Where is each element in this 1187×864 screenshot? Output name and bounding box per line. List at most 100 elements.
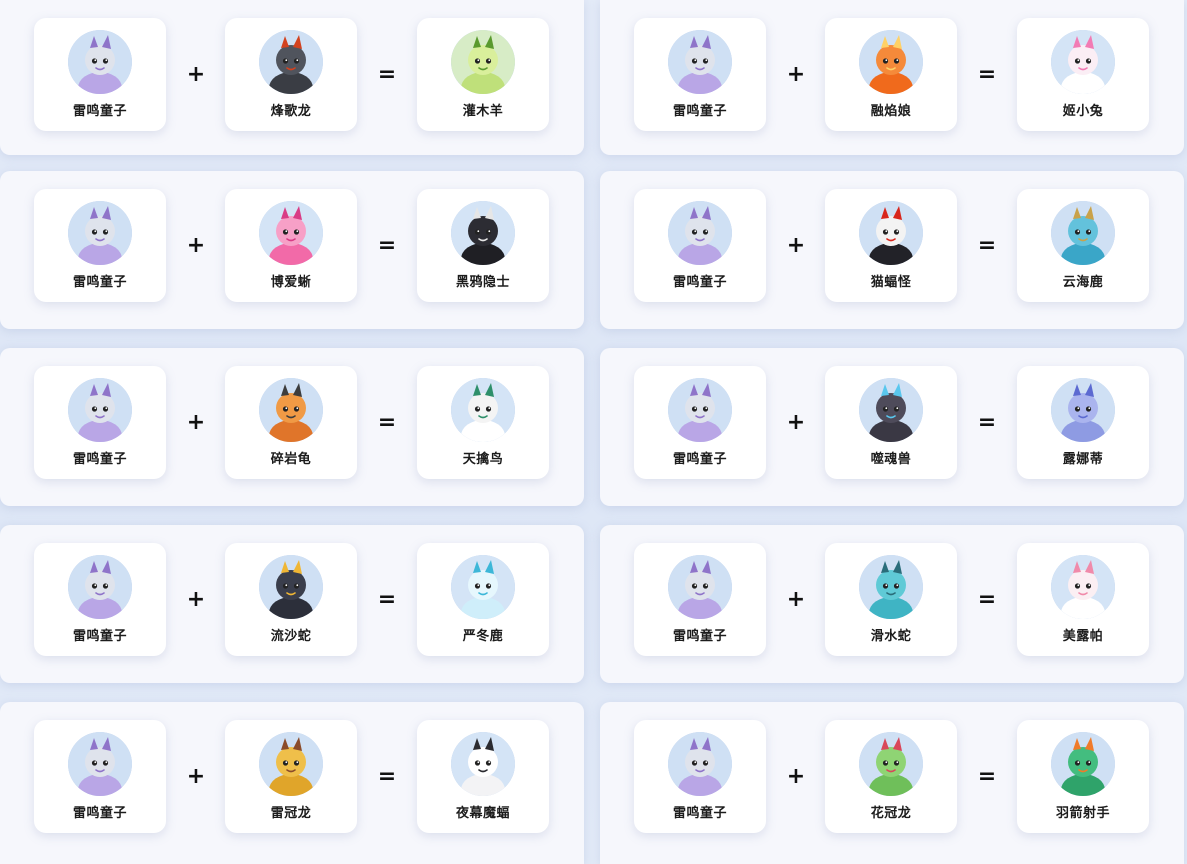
monster-name: 云海鹿 [1062, 275, 1104, 290]
leiming-tongzi-icon [668, 378, 732, 442]
leiming-tongzi-icon [68, 378, 132, 442]
plus-sign: + [186, 587, 206, 612]
monster-card-a[interactable]: 雷鸣童子 [34, 366, 166, 479]
guanmu-yang-icon [451, 30, 515, 94]
yandong-lu-icon [451, 555, 515, 619]
yujian-sheshou-icon [1051, 732, 1115, 796]
rongyan-niang-icon [859, 30, 923, 94]
monster-card-a[interactable]: 雷鸣童子 [634, 366, 766, 479]
monster-name: 雷冠龙 [270, 806, 312, 821]
monster-card-result[interactable]: 羽箭射手 [1017, 720, 1149, 833]
leiming-tongzi-icon [68, 555, 132, 619]
monster-name: 雷鸣童子 [72, 452, 127, 467]
combo-card: 雷鸣童子 博爱蜥 黑鸦隐士 + = [0, 171, 584, 329]
monster-card-a[interactable]: 雷鸣童子 [34, 189, 166, 302]
monster-card-result[interactable]: 严冬鹿 [417, 543, 549, 656]
combo-card: 雷鸣童子 雷冠龙 夜幕魔蝠 + = [0, 702, 584, 864]
leiming-tongzi-icon [668, 732, 732, 796]
monster-name: 雷鸣童子 [672, 452, 727, 467]
plus-sign: + [786, 62, 806, 87]
boai-xi-icon [259, 201, 323, 265]
plus-sign: + [186, 62, 206, 87]
monster-name: 碎岩龟 [270, 452, 312, 467]
monster-name: 雷鸣童子 [72, 629, 127, 644]
monster-name: 羽箭射手 [1055, 806, 1110, 821]
monster-name: 雷鸣童子 [72, 104, 127, 119]
equals-sign: = [977, 62, 997, 87]
monster-name: 雷鸣童子 [672, 806, 727, 821]
monster-card-a[interactable]: 雷鸣童子 [34, 18, 166, 131]
equals-sign: = [377, 410, 397, 435]
monster-card-a[interactable]: 雷鸣童子 [634, 543, 766, 656]
monster-card-b[interactable]: 烽歌龙 [225, 18, 357, 131]
monster-card-result[interactable]: 姬小兔 [1017, 18, 1149, 131]
monster-card-b[interactable]: 雷冠龙 [225, 720, 357, 833]
monster-card-b[interactable]: 花冠龙 [825, 720, 957, 833]
ji-xiaotu-icon [1051, 30, 1115, 94]
monster-card-b[interactable]: 滑水蛇 [825, 543, 957, 656]
plus-sign: + [786, 587, 806, 612]
monster-card-b[interactable]: 碎岩龟 [225, 366, 357, 479]
monster-card-result[interactable]: 灌木羊 [417, 18, 549, 131]
leiming-tongzi-icon [668, 30, 732, 94]
monster-name: 猫蝠怪 [870, 275, 912, 290]
equals-sign: = [977, 587, 997, 612]
monster-card-a[interactable]: 雷鸣童子 [634, 189, 766, 302]
heiya-yinshi-icon [451, 201, 515, 265]
monster-name: 滑水蛇 [870, 629, 912, 644]
monster-card-b[interactable]: 融焰娘 [825, 18, 957, 131]
monster-card-result[interactable]: 黑鸦隐士 [417, 189, 549, 302]
monster-card-a[interactable]: 雷鸣童子 [634, 18, 766, 131]
monster-card-b[interactable]: 猫蝠怪 [825, 189, 957, 302]
monster-name: 雷鸣童子 [672, 104, 727, 119]
combo-card: 雷鸣童子 烽歌龙 灌木羊 + = [0, 0, 584, 155]
plus-sign: + [786, 764, 806, 789]
monster-name: 融焰娘 [870, 104, 912, 119]
equals-sign: = [377, 764, 397, 789]
monster-card-a[interactable]: 雷鸣童子 [34, 720, 166, 833]
maofu-guai-icon [859, 201, 923, 265]
combo-card: 雷鸣童子 猫蝠怪 云海鹿 + = [600, 171, 1184, 329]
leiming-tongzi-icon [668, 201, 732, 265]
monster-name: 灌木羊 [462, 104, 504, 119]
shihun-shou-icon [859, 378, 923, 442]
leiming-tongzi-icon [68, 732, 132, 796]
meilu-pa-icon [1051, 555, 1115, 619]
equals-sign: = [377, 233, 397, 258]
monster-card-result[interactable]: 夜幕魔蝠 [417, 720, 549, 833]
equals-sign: = [977, 410, 997, 435]
monster-name: 天擒鸟 [462, 452, 504, 467]
monster-name: 黑鸦隐士 [455, 275, 510, 290]
monster-card-a[interactable]: 雷鸣童子 [634, 720, 766, 833]
equals-sign: = [377, 587, 397, 612]
leiming-tongzi-icon [668, 555, 732, 619]
monster-name: 雷鸣童子 [72, 806, 127, 821]
suiyan-gui-icon [259, 378, 323, 442]
monster-name: 流沙蛇 [270, 629, 312, 644]
monster-name: 露娜蒂 [1062, 452, 1104, 467]
huashui-she-icon [859, 555, 923, 619]
monster-card-result[interactable]: 天擒鸟 [417, 366, 549, 479]
equals-sign: = [377, 62, 397, 87]
monster-card-result[interactable]: 露娜蒂 [1017, 366, 1149, 479]
monster-card-result[interactable]: 美露帕 [1017, 543, 1149, 656]
monster-card-b[interactable]: 噬魂兽 [825, 366, 957, 479]
combo-card: 雷鸣童子 流沙蛇 严冬鹿 + = [0, 525, 584, 683]
monster-name: 雷鸣童子 [672, 275, 727, 290]
monster-card-b[interactable]: 博爱蜥 [225, 189, 357, 302]
monster-card-a[interactable]: 雷鸣童子 [34, 543, 166, 656]
equals-sign: = [977, 764, 997, 789]
monster-name: 姬小兔 [1062, 104, 1104, 119]
plus-sign: + [186, 233, 206, 258]
equals-sign: = [977, 233, 997, 258]
yemu-mofu-icon [451, 732, 515, 796]
combo-card: 雷鸣童子 融焰娘 姬小兔 + = [600, 0, 1184, 155]
yunhai-lu-icon [1051, 201, 1115, 265]
monster-card-b[interactable]: 流沙蛇 [225, 543, 357, 656]
monster-name: 花冠龙 [870, 806, 912, 821]
monster-name: 严冬鹿 [462, 629, 504, 644]
monster-card-result[interactable]: 云海鹿 [1017, 189, 1149, 302]
liusha-she-icon [259, 555, 323, 619]
monster-name: 美露帕 [1062, 629, 1104, 644]
combo-card: 雷鸣童子 碎岩龟 天擒鸟 + = [0, 348, 584, 506]
